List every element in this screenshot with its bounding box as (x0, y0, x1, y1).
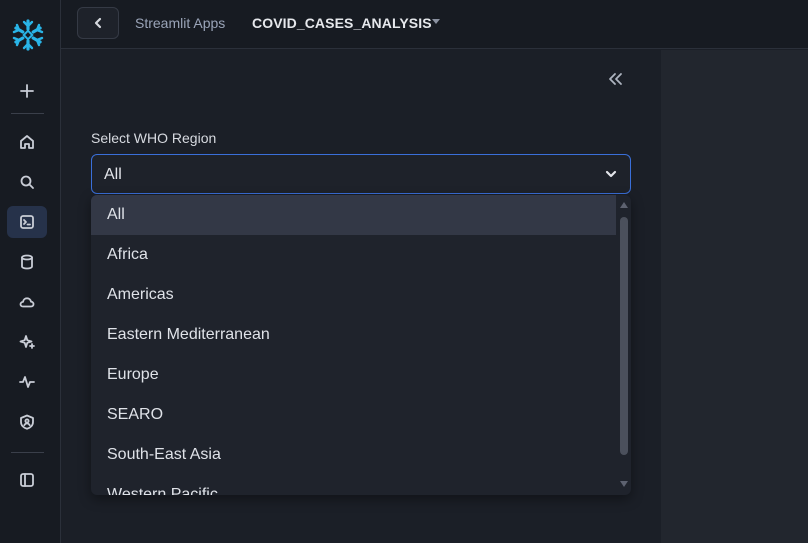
terminal-icon (20, 215, 34, 229)
dropdown-option[interactable]: South-East Asia (91, 435, 616, 475)
ai-button[interactable] (7, 326, 47, 358)
toggle-sidebar-button[interactable] (7, 464, 47, 496)
admin-button[interactable] (7, 406, 47, 438)
scrollbar-thumb[interactable] (620, 217, 628, 455)
top-bar: Streamlit Apps COVID_CASES_ANALYSIS (61, 0, 808, 49)
dropdown-option[interactable]: Africa (91, 235, 616, 275)
region-select-value: All (104, 166, 122, 183)
data-button[interactable] (7, 246, 47, 278)
main-content-area (661, 50, 808, 543)
region-select[interactable]: All (91, 154, 631, 194)
dropdown-option[interactable]: SEARO (91, 395, 616, 435)
scroll-up-arrow-icon[interactable] (620, 202, 628, 208)
breadcrumb-current[interactable]: COVID_CASES_ANALYSIS (252, 15, 432, 31)
region-dropdown-list[interactable]: All Africa Americas Eastern Mediterranea… (91, 195, 631, 495)
home-icon (20, 135, 34, 149)
snowflake-logo-icon[interactable] (11, 18, 45, 52)
left-rail (0, 0, 61, 543)
database-icon (21, 254, 33, 270)
search-button[interactable] (7, 166, 47, 198)
dropdown-option[interactable]: Western Pacific (91, 475, 616, 495)
dropdown-option[interactable]: Eastern Mediterranean (91, 315, 616, 355)
double-chevron-left-icon (609, 73, 622, 85)
create-button[interactable] (7, 75, 47, 107)
breadcrumb-parent[interactable]: Streamlit Apps (135, 15, 225, 31)
dropdown-option[interactable]: Americas (91, 275, 616, 315)
projects-button[interactable] (7, 206, 47, 238)
scroll-down-arrow-icon[interactable] (620, 481, 628, 487)
monitoring-button[interactable] (7, 366, 47, 398)
back-button[interactable] (77, 7, 119, 39)
cloud-icon (19, 297, 35, 308)
region-select-label: Select WHO Region (91, 130, 217, 146)
cloud-button[interactable] (7, 286, 47, 318)
rail-divider (11, 452, 44, 453)
home-button[interactable] (7, 126, 47, 158)
plus-icon (20, 84, 34, 98)
shield-icon (20, 414, 34, 430)
caret-down-icon[interactable] (432, 19, 440, 24)
rail-divider (11, 113, 44, 114)
dropdown-option[interactable]: Europe (91, 355, 616, 395)
chevron-down-icon (604, 167, 618, 181)
search-icon (20, 175, 34, 189)
sidebar-icon (20, 473, 34, 487)
activity-icon (19, 376, 35, 388)
collapse-sidebar-button[interactable] (606, 70, 624, 88)
sparkle-icon (19, 335, 35, 349)
dropdown-option[interactable]: All (91, 195, 616, 235)
chevron-left-icon (94, 17, 102, 29)
